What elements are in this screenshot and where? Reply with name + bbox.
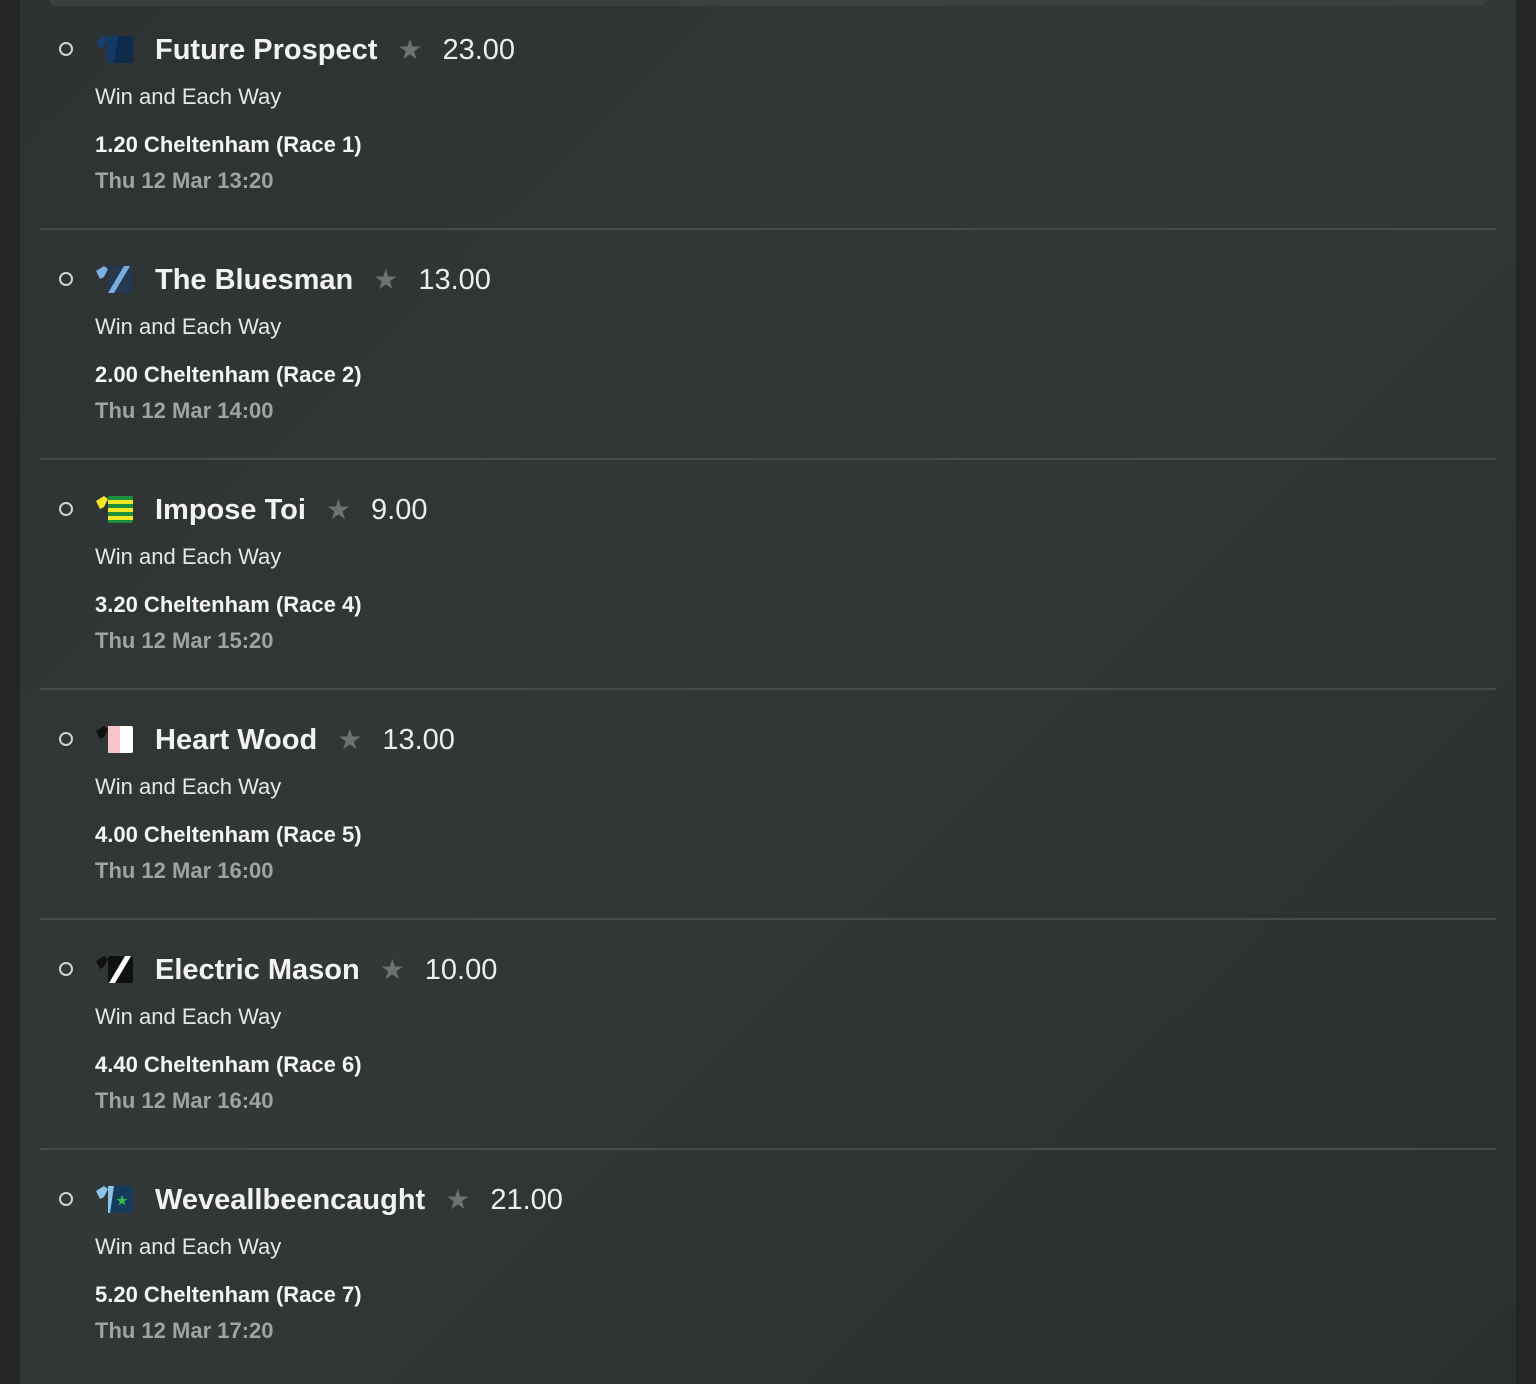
- silk-navy-icon: [96, 36, 133, 63]
- race-time: Thu 12 Mar 13:20: [95, 168, 274, 193]
- star-icon[interactable]: ★: [380, 956, 405, 984]
- race-name: 1.20 Cheltenham (Race 1): [95, 132, 362, 157]
- bet-market-type: Win and Each Way: [95, 544, 282, 569]
- runner-name[interactable]: Future Prospect: [155, 34, 377, 67]
- odds-value: 9.00: [371, 493, 428, 526]
- odds-value: 13.00: [382, 723, 455, 756]
- runner-name[interactable]: Impose Toi: [155, 494, 306, 527]
- race-time: Thu 12 Mar 16:40: [95, 1088, 274, 1113]
- bet-market-type: Win and Each Way: [95, 84, 282, 109]
- bet-item[interactable]: Heart Wood ★ 13.00 Win and Each Way 4.00…: [40, 690, 1496, 920]
- runner-row: Heart Wood ★ 13.00: [155, 720, 455, 760]
- runner-name[interactable]: The Bluesman: [155, 264, 353, 297]
- star-icon[interactable]: ★: [373, 266, 398, 294]
- star-icon[interactable]: ★: [397, 36, 422, 64]
- race-time: Thu 12 Mar 15:20: [95, 628, 274, 653]
- bet-radio-button[interactable]: [59, 272, 73, 286]
- bet-item[interactable]: Impose Toi ★ 9.00 Win and Each Way 3.20 …: [40, 460, 1496, 690]
- runner-row: Future Prospect ★ 23.00: [155, 30, 515, 70]
- race-name: 5.20 Cheltenham (Race 7): [95, 1282, 362, 1307]
- bet-radio-button[interactable]: [59, 732, 73, 746]
- silk-lightblue-navy-star-icon: [96, 1186, 133, 1213]
- race-name: 3.20 Cheltenham (Race 4): [95, 592, 362, 617]
- runner-name[interactable]: Electric Mason: [155, 954, 360, 987]
- bet-market-type: Win and Each Way: [95, 314, 282, 339]
- silk-blue-sash-icon: [96, 266, 132, 293]
- race-name: 4.00 Cheltenham (Race 5): [95, 822, 362, 847]
- race-name: 4.40 Cheltenham (Race 6): [95, 1052, 362, 1077]
- star-icon[interactable]: ★: [337, 726, 362, 754]
- runner-name[interactable]: Weveallbeencaught: [155, 1184, 425, 1217]
- bet-market-type: Win and Each Way: [95, 774, 282, 799]
- runner-row: Weveallbeencaught ★ 21.00: [155, 1180, 563, 1220]
- race-time: Thu 12 Mar 14:00: [95, 398, 274, 423]
- bet-market-type: Win and Each Way: [95, 1234, 282, 1259]
- star-icon[interactable]: ★: [326, 496, 351, 524]
- bet-item[interactable]: Electric Mason ★ 10.00 Win and Each Way …: [40, 920, 1496, 1150]
- star-icon[interactable]: ★: [445, 1186, 470, 1214]
- bet-market-type: Win and Each Way: [95, 1004, 282, 1029]
- bet-item[interactable]: The Bluesman ★ 13.00 Win and Each Way 2.…: [40, 230, 1496, 460]
- bet-item[interactable]: Future Prospect ★ 23.00 Win and Each Way…: [40, 0, 1496, 230]
- runner-row: The Bluesman ★ 13.00: [155, 260, 491, 300]
- bet-radio-button[interactable]: [59, 502, 73, 516]
- race-time: Thu 12 Mar 16:00: [95, 858, 274, 883]
- odds-value: 10.00: [424, 953, 498, 986]
- race-time: Thu 12 Mar 17:20: [95, 1318, 274, 1343]
- bet-radio-button[interactable]: [59, 962, 73, 976]
- runner-name[interactable]: Heart Wood: [155, 724, 317, 757]
- runner-row: Electric Mason ★ 10.00: [155, 950, 497, 990]
- odds-value: 21.00: [490, 1183, 563, 1216]
- silk-pink-white-icon: [96, 726, 133, 753]
- race-name: 2.00 Cheltenham (Race 2): [95, 362, 362, 387]
- odds-value: 23.00: [442, 33, 516, 66]
- silk-black-white-sash-icon: [96, 956, 133, 983]
- bet-item[interactable]: Weveallbeencaught ★ 21.00 Win and Each W…: [40, 1150, 1496, 1380]
- bet-radio-button[interactable]: [59, 42, 73, 56]
- odds-value: 13.00: [418, 263, 491, 296]
- runner-row: Impose Toi ★ 9.00: [155, 490, 427, 530]
- silk-green-yellow-hoops-icon: [96, 496, 133, 523]
- bet-radio-button[interactable]: [59, 1192, 73, 1206]
